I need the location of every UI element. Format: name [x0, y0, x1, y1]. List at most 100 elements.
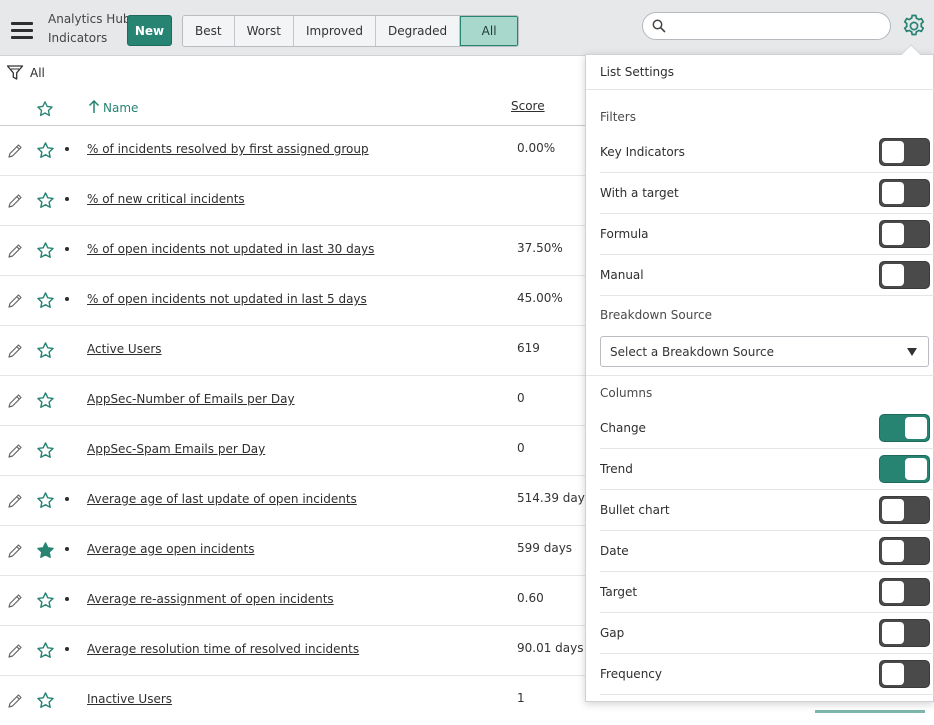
segment-degraded[interactable]: Degraded: [375, 16, 461, 46]
column-toggle-switch[interactable]: [879, 496, 930, 524]
bullet-dot: [65, 247, 69, 251]
bullet-dot: [65, 597, 69, 601]
table-row: Inactive Users 1: [0, 676, 590, 725]
star-icon[interactable]: [36, 491, 55, 510]
new-button[interactable]: New: [127, 15, 172, 46]
pencil-icon[interactable]: [6, 242, 24, 260]
star-icon[interactable]: [36, 191, 55, 210]
star-icon[interactable]: [36, 641, 55, 660]
divider: [586, 375, 934, 376]
filter-toggle-switch[interactable]: [879, 261, 930, 289]
toggle-knob: [882, 499, 904, 521]
segment-all[interactable]: All: [460, 16, 519, 46]
column-toggle-switch[interactable]: [879, 578, 930, 606]
indicator-name-link[interactable]: AppSec-Spam Emails per Day: [87, 442, 265, 456]
star-icon[interactable]: [36, 291, 55, 310]
pencil-icon[interactable]: [6, 392, 24, 410]
filter-icon[interactable]: [6, 64, 24, 82]
breakdown-source-select[interactable]: Select a Breakdown Source: [600, 336, 929, 367]
column-option-label: Date: [600, 544, 629, 558]
indicator-score: 1: [517, 691, 525, 705]
pencil-icon[interactable]: [6, 342, 24, 360]
table-row: % of open incidents not updated in last …: [0, 276, 590, 326]
column-score-header[interactable]: Score: [511, 99, 545, 113]
column-option-row: Frequency: [600, 654, 934, 695]
star-icon[interactable]: [36, 691, 55, 710]
toggle-knob: [882, 141, 904, 163]
filter-option-row: Formula: [600, 214, 934, 255]
filter-label[interactable]: All: [30, 66, 45, 80]
star-icon[interactable]: [36, 591, 55, 610]
indicator-name-link[interactable]: Active Users: [87, 342, 162, 356]
indicator-score: 0: [517, 441, 525, 455]
app-title-line2: Indicators: [48, 31, 108, 45]
pencil-icon[interactable]: [6, 442, 24, 460]
column-option-label: Trend: [600, 462, 633, 476]
column-option-row: Bullet chart: [600, 490, 934, 531]
pencil-icon[interactable]: [6, 192, 24, 210]
column-option-row: Gap: [600, 613, 934, 654]
bullet-dot: [65, 497, 69, 501]
indicator-name-link[interactable]: Average re-assignment of open incidents: [87, 592, 334, 606]
bullet-dot: [65, 147, 69, 151]
list-settings-title: List Settings: [600, 65, 675, 79]
pencil-icon[interactable]: [6, 642, 24, 660]
filter-option-label: Formula: [600, 227, 649, 241]
star-icon[interactable]: [36, 441, 55, 460]
column-toggle-switch[interactable]: [879, 660, 930, 688]
indicator-name-link[interactable]: AppSec-Number of Emails per Day: [87, 392, 295, 406]
indicator-name-link[interactable]: % of open incidents not updated in last …: [87, 242, 374, 256]
star-icon[interactable]: [36, 541, 55, 560]
indicator-name-link[interactable]: Average age open incidents: [87, 542, 254, 556]
table-row: AppSec-Spam Emails per Day 0: [0, 426, 590, 476]
column-option-label: Frequency: [600, 667, 662, 681]
filter-toggle-switch[interactable]: [879, 138, 930, 166]
divider: [586, 89, 934, 90]
hamburger-menu-icon[interactable]: [11, 22, 33, 40]
indicator-name-link[interactable]: % of incidents resolved by first assigne…: [87, 142, 369, 156]
star-icon[interactable]: [36, 241, 55, 260]
column-option-row: Date: [600, 531, 934, 572]
partial-button-edge: [815, 710, 925, 713]
segment-best[interactable]: Best: [183, 16, 235, 46]
star-icon[interactable]: [36, 141, 55, 160]
app-title-line1: Analytics Hub: [48, 12, 131, 26]
pencil-icon[interactable]: [6, 592, 24, 610]
indicator-name-link[interactable]: Average age of last update of open incid…: [87, 492, 357, 506]
table-row: AppSec-Number of Emails per Day 0: [0, 376, 590, 426]
segment-worst[interactable]: Worst: [234, 16, 294, 46]
column-toggle-switch[interactable]: [879, 619, 930, 647]
filter-option-row: Key Indicators: [600, 132, 934, 173]
search-input[interactable]: [673, 17, 883, 35]
indicator-name-link[interactable]: % of open incidents not updated in last …: [87, 292, 367, 306]
pencil-icon[interactable]: [6, 542, 24, 560]
filter-toggle-switch[interactable]: [879, 179, 930, 207]
search-box[interactable]: [642, 12, 891, 40]
indicator-score: 599 days: [517, 541, 573, 555]
filter-toggle-switch[interactable]: [879, 220, 930, 248]
filters-section-label: Filters: [600, 110, 636, 124]
pencil-icon[interactable]: [6, 692, 24, 710]
segment-improved[interactable]: Improved: [293, 16, 376, 46]
pencil-icon[interactable]: [6, 492, 24, 510]
table-row: Active Users 619: [0, 326, 590, 376]
bullet-dot: [65, 297, 69, 301]
star-icon[interactable]: [36, 391, 55, 410]
column-toggle-switch[interactable]: [879, 537, 930, 565]
toggle-knob: [882, 223, 904, 245]
indicator-score: 0: [517, 391, 525, 405]
pencil-icon[interactable]: [6, 142, 24, 160]
indicator-name-link[interactable]: Average resolution time of resolved inci…: [87, 642, 359, 656]
indicator-score: 0.60: [517, 591, 544, 605]
star-icon[interactable]: [36, 100, 54, 118]
star-icon[interactable]: [36, 341, 55, 360]
indicator-name-link[interactable]: Inactive Users: [87, 692, 172, 706]
pencil-icon[interactable]: [6, 292, 24, 310]
indicator-name-link[interactable]: % of new critical incidents: [87, 192, 245, 206]
column-toggle-switch[interactable]: [879, 414, 930, 442]
filter-segment-group: Best Worst Improved Degraded All: [182, 15, 520, 47]
column-name-header[interactable]: Name: [103, 101, 138, 115]
sort-up-arrow-icon: [88, 100, 100, 113]
gear-icon[interactable]: [900, 12, 928, 40]
column-toggle-switch[interactable]: [879, 455, 930, 483]
